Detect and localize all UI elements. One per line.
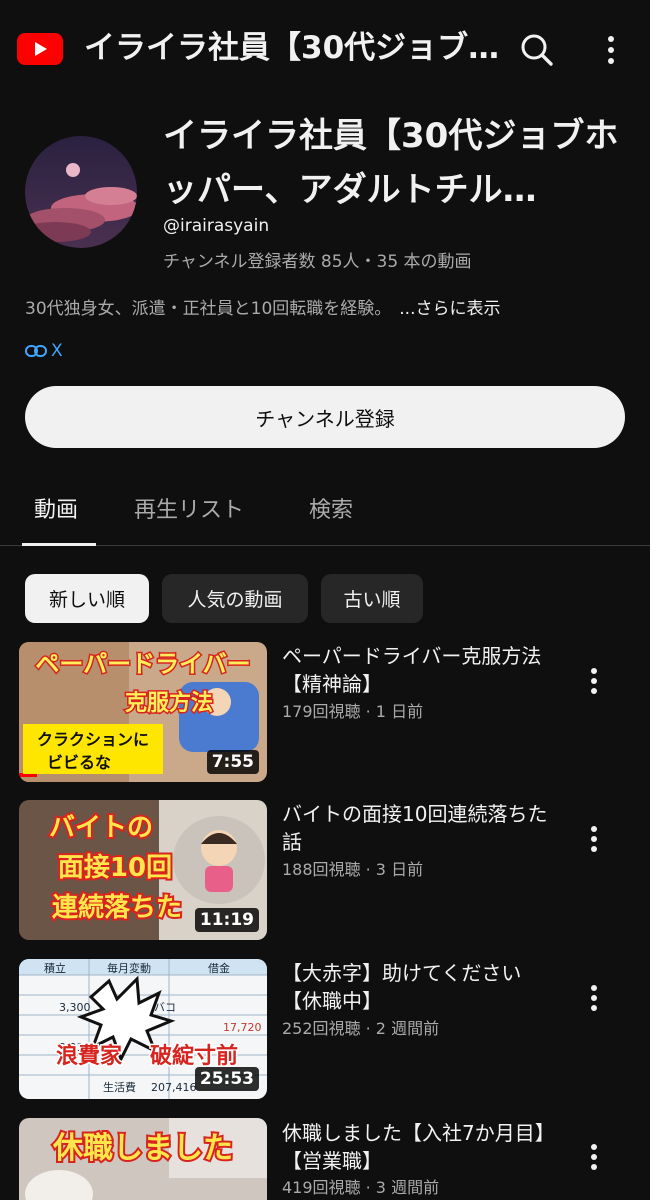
video-item[interactable]: 積立 毎月変動 借金 3,300 2,211 タバコ 17,720 浪費家 破綻… xyxy=(0,959,650,1099)
chip-newest[interactable]: 新しい順 xyxy=(25,574,149,623)
thumbnail-text: 3,300 xyxy=(59,1001,91,1014)
thumbnail-text: 生活費 xyxy=(103,1080,136,1094)
video-duration: 25:53 xyxy=(194,1067,259,1091)
video-meta: 252回視聴 · 2 週間前 xyxy=(282,1019,440,1038)
thumbnail-text: 克服方法 xyxy=(125,690,213,716)
video-title[interactable]: ペーパードライバー克服方法【精神論】 xyxy=(282,642,552,698)
channel-stats: チャンネル登録者数 85人・35 本の動画 xyxy=(163,252,472,272)
thumbnail-text: 積立 xyxy=(44,961,66,975)
link-icon xyxy=(25,345,47,357)
top-app-bar: イライラ社員【30代ジョブ… xyxy=(0,0,650,100)
thumbnail-text: 借金 xyxy=(208,961,230,975)
video-thumbnail[interactable]: 積立 毎月変動 借金 3,300 2,211 タバコ 17,720 浪費家 破綻… xyxy=(19,959,267,1099)
thumbnail-text: ペーパードライバー xyxy=(35,650,250,678)
thumbnail-text: ビビるな xyxy=(47,753,111,772)
thumbnail-text: クラクションに xyxy=(37,730,149,749)
channel-name: イライラ社員【30代ジョブホッパー、アダルトチル… xyxy=(163,116,619,210)
tab-search[interactable]: 検索 xyxy=(309,492,353,546)
youtube-logo-icon[interactable] xyxy=(17,33,63,65)
thumbnail-text: 連続落ちた xyxy=(52,892,182,923)
video-title[interactable]: 休職しました【入社7か月目】【営業職】 xyxy=(282,1119,552,1175)
more-options-icon[interactable] xyxy=(596,30,626,70)
video-menu-icon[interactable] xyxy=(582,981,606,1015)
thumbnail-text: 休職しました xyxy=(52,1131,233,1166)
video-menu-icon[interactable] xyxy=(582,822,606,856)
thumbnail-leave-of-absence-image: 休職しました xyxy=(19,1118,267,1200)
channel-handle: @irairasyain xyxy=(163,216,270,236)
thumbnail-text: 破綻寸前 xyxy=(150,1043,238,1069)
thumbnail-text: バイトの xyxy=(49,813,153,843)
channel-description[interactable]: 30代独身女、派遣・正社員と10回転職を経験。 ...さらに表示 xyxy=(25,294,500,319)
link-label: X xyxy=(51,341,63,361)
search-icon[interactable] xyxy=(516,30,556,70)
channel-tabs: 動画 再生リスト 検索 xyxy=(0,480,650,546)
video-menu-icon[interactable] xyxy=(582,1140,606,1174)
avatar-moon-sky-image xyxy=(25,136,137,248)
chip-popular[interactable]: 人気の動画 xyxy=(162,574,308,623)
video-duration: 11:19 xyxy=(194,908,259,932)
video-thumbnail[interactable]: バイトの 面接10回 連続落ちた 11:19 xyxy=(19,800,267,940)
thumbnail-text: 17,720 xyxy=(223,1021,262,1034)
video-title[interactable]: 【大赤字】助けてください【休職中】 xyxy=(282,959,552,1015)
video-menu-icon[interactable] xyxy=(582,664,606,698)
channel-link-x[interactable]: X xyxy=(25,341,63,361)
tab-videos[interactable]: 動画 xyxy=(34,492,78,546)
video-meta: 419回視聴 · 3 週間前 xyxy=(282,1178,440,1197)
chip-oldest[interactable]: 古い順 xyxy=(321,574,423,623)
video-item[interactable]: バイトの 面接10回 連続落ちた 11:19 バイトの面接10回連続落ちた話 1… xyxy=(0,800,650,940)
thumbnail-text: 207,416 xyxy=(151,1081,197,1094)
thumbnail-text: 浪費家 xyxy=(56,1043,123,1069)
video-thumbnail[interactable]: ペーパードライバー 克服方法 クラクションに ビビるな 7:55 xyxy=(19,642,267,782)
top-bar-title: イライラ社員【30代ジョブ… xyxy=(84,30,500,66)
thumbnail-text: 面接10回 xyxy=(58,853,172,883)
video-duration: 7:55 xyxy=(206,750,259,774)
video-meta: 179回視聴 · 1 日前 xyxy=(282,702,424,721)
subscribe-button[interactable]: チャンネル登録 xyxy=(25,386,625,448)
channel-avatar[interactable] xyxy=(25,136,137,248)
description-text: 30代独身女、派遣・正社員と10回転職を経験。 xyxy=(25,299,392,319)
thumbnail-text: 毎月変動 xyxy=(107,961,151,975)
video-thumbnail[interactable]: 休職しました xyxy=(19,1118,267,1200)
video-item[interactable]: ペーパードライバー 克服方法 クラクションに ビビるな 7:55 ペーパードライ… xyxy=(0,642,650,782)
tab-playlists[interactable]: 再生リスト xyxy=(134,492,244,546)
video-item[interactable]: 休職しました 休職しました【入社7か月目】【営業職】 419回視聴 · 3 週間… xyxy=(0,1118,650,1200)
active-tab-indicator xyxy=(22,543,96,546)
show-more-link[interactable]: ...さらに表示 xyxy=(399,299,500,319)
video-meta: 188回視聴 · 3 日前 xyxy=(282,860,424,879)
video-title[interactable]: バイトの面接10回連続落ちた話 xyxy=(282,800,552,856)
